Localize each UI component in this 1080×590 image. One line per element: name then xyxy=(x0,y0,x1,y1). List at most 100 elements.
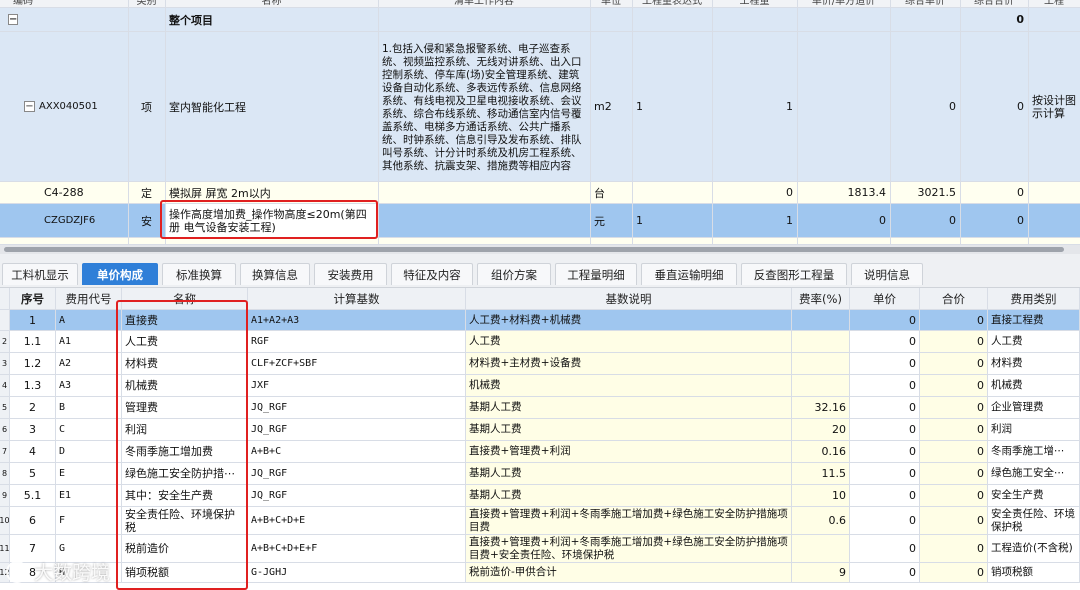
row-rate[interactable]: 10 xyxy=(792,485,850,506)
row-fee-code[interactable]: E xyxy=(56,463,122,484)
row-category[interactable]: 销项税额 xyxy=(988,563,1080,582)
project-total-row[interactable]: − 整个项目 0 xyxy=(0,8,1080,32)
header-composite-total[interactable]: 综合合价 xyxy=(960,0,1028,7)
row-base-desc[interactable]: 基期人工费 xyxy=(466,397,792,418)
row-category[interactable]: 冬雨季施工增⋯ xyxy=(988,441,1080,462)
row-category[interactable]: 工程造价(不含税) xyxy=(988,535,1080,562)
tab-pricing-scheme[interactable]: 组价方案 xyxy=(477,263,551,285)
quota-expression[interactable]: 1 xyxy=(632,204,712,237)
row-rate[interactable] xyxy=(792,331,850,352)
row-seq[interactable]: 1.2 xyxy=(10,353,56,374)
row-calc-base[interactable]: A+B+C xyxy=(248,441,466,462)
row-seq[interactable]: 5.1 xyxy=(10,485,56,506)
row-base-desc[interactable]: 直接费+管理费+利润+冬雨季施工增加费+绿色施工安全防护措施项目费+安全责任险、… xyxy=(466,535,792,562)
row-name[interactable]: 人工费 xyxy=(122,331,248,352)
row-fee-code[interactable]: B xyxy=(56,397,122,418)
row-base-desc[interactable]: 人工费+材料费+机械费 xyxy=(466,310,792,330)
row-rate[interactable] xyxy=(792,535,850,562)
row-category[interactable]: 安全生产费 xyxy=(988,485,1080,506)
item-name[interactable]: 室内智能化工程 xyxy=(165,32,378,181)
row-rate[interactable] xyxy=(792,310,850,330)
horizontal-scrollbar[interactable] xyxy=(0,245,1080,254)
minus-icon[interactable]: − xyxy=(24,101,35,112)
row-seq[interactable]: 4 xyxy=(10,441,56,462)
header-category[interactable]: 费用类别 xyxy=(988,288,1080,309)
tab-unit-price-composition[interactable]: 单价构成 xyxy=(82,263,158,285)
row-name[interactable]: 直接费 xyxy=(122,310,248,330)
row-category[interactable]: 材料费 xyxy=(988,353,1080,374)
header-work-content[interactable]: 清单工作内容 xyxy=(378,0,590,7)
row-category[interactable]: 直接工程费 xyxy=(988,310,1080,330)
composition-row[interactable]: 11 7 G 税前造价 A+B+C+D+E+F 直接费+管理费+利润+冬雨季施工增加费+绿… xyxy=(0,535,1080,563)
quota-row-c4-288[interactable]: C4-288 定 模拟屏 屏宽 2m以内 台 0 1813.4 3021.5 0 xyxy=(0,182,1080,204)
tab-reverse-lookup[interactable]: 反查图形工程量 xyxy=(741,263,847,285)
scrollbar-thumb[interactable] xyxy=(4,247,1064,252)
header-price[interactable]: 单价 xyxy=(850,288,920,309)
row-calc-base[interactable]: G-JGHJ xyxy=(248,563,466,582)
minus-icon[interactable]: − xyxy=(8,14,19,25)
row-fee-code[interactable]: A xyxy=(56,310,122,330)
header-fee-code[interactable]: 费用代号 xyxy=(56,288,122,309)
row-base-desc[interactable]: 人工费 xyxy=(466,331,792,352)
row-category[interactable]: 人工费 xyxy=(988,331,1080,352)
row-seq[interactable]: 1 xyxy=(10,310,56,330)
row-fee-code[interactable]: D xyxy=(56,441,122,462)
header-unit-cost[interactable]: 单价/单方造价 xyxy=(797,0,890,7)
row-name[interactable]: 利润 xyxy=(122,419,248,440)
row-fee-code[interactable]: A2 xyxy=(56,353,122,374)
row-base-desc[interactable]: 直接费+管理费+利润+冬雨季施工增加费+绿色施工安全防护措施项目费 xyxy=(466,507,792,534)
composition-row[interactable]: 1 A 直接费 A1+A2+A3 人工费+材料费+机械费 0 0 直接工程费 xyxy=(0,310,1080,331)
row-seq[interactable]: 2 xyxy=(10,397,56,418)
row-category[interactable]: 机械费 xyxy=(988,375,1080,396)
composition-row[interactable]: 12 8 H 销项税额 G-JGHJ 税前造价-甲供合计 9 0 0 销项税额 xyxy=(0,563,1080,583)
header-name[interactable]: 名称 xyxy=(165,0,378,7)
quota-name[interactable]: 模拟屏 屏宽 2m以内 xyxy=(165,182,378,203)
row-seq[interactable]: 1.1 xyxy=(10,331,56,352)
composition-row[interactable]: 5 2 B 管理费 JQ_RGF 基期人工费 32.16 0 0 企业管理费 xyxy=(0,397,1080,419)
item-row-main[interactable]: − AXX040501 项 室内智能化工程 1.包括入侵和紧急报警系统、电子巡查… xyxy=(0,32,1080,182)
row-name[interactable]: 绿色施工安全防护措⋯ xyxy=(122,463,248,484)
row-name[interactable]: 管理费 xyxy=(122,397,248,418)
row-calc-base[interactable]: CLF+ZCF+SBF xyxy=(248,353,466,374)
row-name[interactable]: 其中：安全生产费 xyxy=(122,485,248,506)
row-fee-code[interactable]: F xyxy=(56,507,122,534)
row-base-desc[interactable]: 直接费+管理费+利润 xyxy=(466,441,792,462)
row-category[interactable]: 企业管理费 xyxy=(988,397,1080,418)
header-extra[interactable]: 工程 xyxy=(1028,0,1080,7)
row-name[interactable]: 材料费 xyxy=(122,353,248,374)
row-rate[interactable]: 11.5 xyxy=(792,463,850,484)
quota-row-czgdzjf6[interactable]: CZGDZJF6 安 操作高度增加费_操作物高度≤20m(第四册 电气设备安装工… xyxy=(0,204,1080,238)
row-rate[interactable] xyxy=(792,353,850,374)
row-calc-base[interactable]: A+B+C+D+E+F xyxy=(248,535,466,562)
row-category[interactable]: 利润 xyxy=(988,419,1080,440)
header-base-desc[interactable]: 基数说明 xyxy=(466,288,792,309)
header-composite-price[interactable]: 综合单价 xyxy=(890,0,960,7)
header-rate[interactable]: 费率(%) xyxy=(792,288,850,309)
row-base-desc[interactable]: 基期人工费 xyxy=(466,419,792,440)
item-work-content[interactable]: 1.包括入侵和紧急报警系统、电子巡查系统、视频监控系统、无线对讲系统、出入口控制… xyxy=(378,32,590,181)
composition-row[interactable]: 4 1.3 A3 机械费 JXF 机械费 0 0 机械费 xyxy=(0,375,1080,397)
row-base-desc[interactable]: 基期人工费 xyxy=(466,485,792,506)
row-name[interactable]: 机械费 xyxy=(122,375,248,396)
header-calc-base[interactable]: 计算基数 xyxy=(248,288,466,309)
item-quantity[interactable]: 1 xyxy=(712,32,797,181)
row-base-desc[interactable]: 税前造价-甲供合计 xyxy=(466,563,792,582)
composition-row[interactable]: 7 4 D 冬雨季施工增加费 A+B+C 直接费+管理费+利润 0.16 0 0 冬雨季施工增⋯ xyxy=(0,441,1080,463)
row-rate[interactable] xyxy=(792,375,850,396)
row-category[interactable]: 安全责任险、环境保护税 xyxy=(988,507,1080,534)
tab-labor-material-machine[interactable]: 工料机显示 xyxy=(2,263,78,285)
tab-standard-conversion[interactable]: 标准换算 xyxy=(162,263,236,285)
quota-unit[interactable]: 台 xyxy=(590,182,632,203)
composition-row[interactable]: 3 1.2 A2 材料费 CLF+ZCF+SBF 材料费+主材费+设备费 0 0 材料费 xyxy=(0,353,1080,375)
row-fee-code[interactable]: E1 xyxy=(56,485,122,506)
tab-installation-fee[interactable]: 安装费用 xyxy=(314,263,387,285)
row-calc-base[interactable]: JQ_RGF xyxy=(248,419,466,440)
row-seq[interactable]: 6 xyxy=(10,507,56,534)
row-calc-base[interactable]: JQ_RGF xyxy=(248,485,466,506)
row-calc-base[interactable]: JXF xyxy=(248,375,466,396)
row-category[interactable]: 绿色施工安全⋯ xyxy=(988,463,1080,484)
header-code[interactable]: 编码 xyxy=(0,0,46,7)
row-base-desc[interactable]: 机械费 xyxy=(466,375,792,396)
collapse-icon[interactable]: − xyxy=(4,8,24,31)
header-name[interactable]: 名称 xyxy=(122,288,248,309)
